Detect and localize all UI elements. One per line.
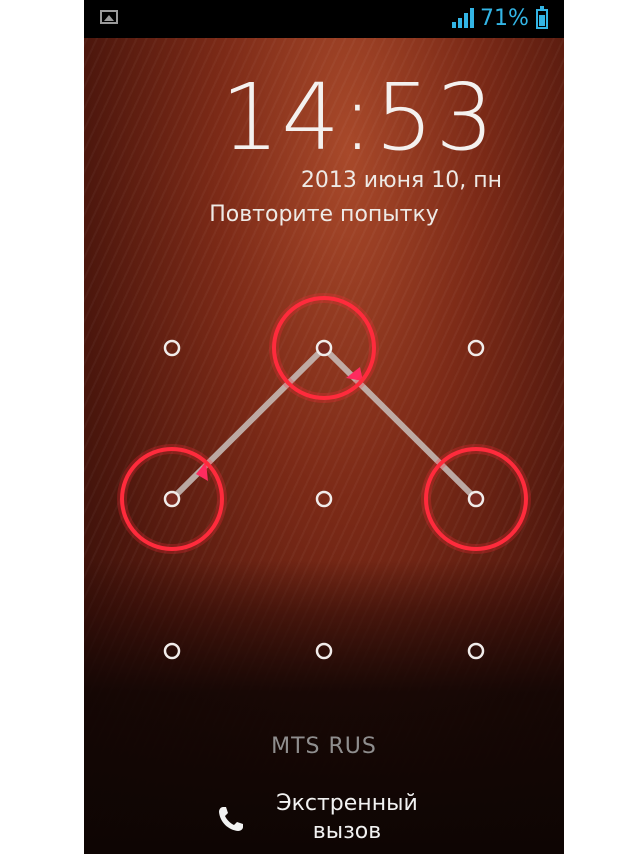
- pattern-dot-8[interactable]: [315, 642, 333, 660]
- emergency-call-label-line1: Экстренный: [276, 791, 418, 816]
- carrier-label: MTS RUS: [271, 734, 377, 759]
- signal-strength-icon: [452, 8, 474, 28]
- image-notification-icon: [100, 10, 118, 24]
- lock-screen: 71% 14:53 2013 июня 10, пн Повторите поп…: [84, 0, 564, 854]
- phone-icon: [219, 807, 243, 831]
- battery-percent: 71%: [480, 6, 529, 31]
- status-bar: 71%: [84, 0, 564, 38]
- pattern-dot-6[interactable]: [421, 444, 531, 554]
- pattern-dot-9[interactable]: [467, 642, 485, 660]
- pattern-dot-4[interactable]: [117, 444, 227, 554]
- emergency-call-button[interactable]: Экстренный вызов: [216, 790, 466, 848]
- pattern-dot-3[interactable]: [467, 339, 485, 357]
- pattern-dot-1[interactable]: [163, 339, 181, 357]
- emergency-call-label: Экстренный вызов: [272, 790, 422, 846]
- pattern-dot-5[interactable]: [315, 490, 333, 508]
- battery-icon: [536, 6, 548, 29]
- unlock-pattern[interactable]: [84, 0, 564, 854]
- pattern-dot-7[interactable]: [163, 642, 181, 660]
- emergency-call-label-line2: вызов: [312, 819, 382, 844]
- pattern-dot-2[interactable]: [269, 293, 379, 403]
